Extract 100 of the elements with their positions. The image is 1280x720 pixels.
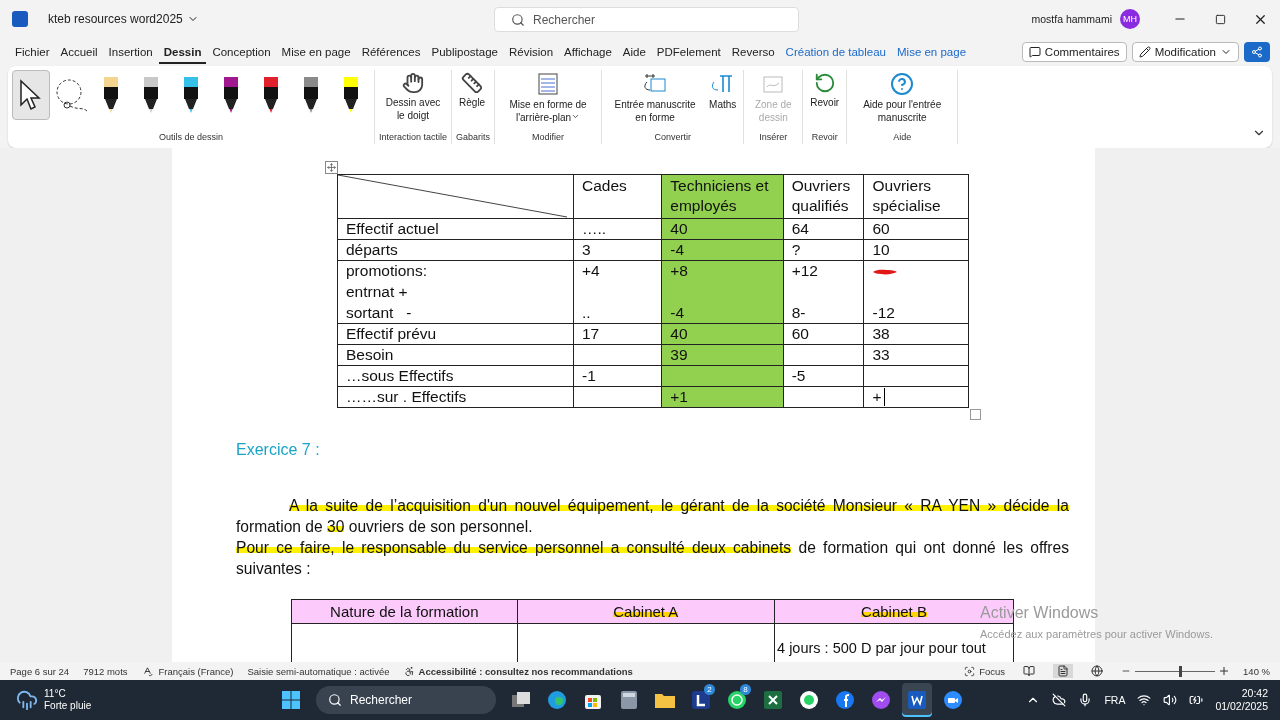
table-cell: +12 8- xyxy=(783,260,864,324)
share-button[interactable] xyxy=(1244,42,1270,62)
microphone-icon[interactable] xyxy=(1078,693,1093,707)
zoom-thumb[interactable] xyxy=(1179,665,1183,677)
exercise-heading: Exercice 7 : xyxy=(236,440,321,460)
calculator-icon xyxy=(620,690,638,710)
ribbon-button[interactable]: Dessin avec le doigt xyxy=(379,70,447,124)
autocomplete-status[interactable]: Saisie semi-automatique : activée xyxy=(247,665,390,677)
lasso-icon xyxy=(53,77,89,113)
table-resize-handle[interactable] xyxy=(970,409,981,420)
menu-tab[interactable]: Affichage xyxy=(559,40,617,64)
input-language[interactable]: FRA xyxy=(1104,694,1126,706)
app-icon xyxy=(691,690,711,710)
zoom-in-icon[interactable] xyxy=(1219,666,1230,676)
browser-icon xyxy=(547,690,567,710)
pen-icon xyxy=(342,77,360,113)
group-label: Outils de dessin xyxy=(157,131,224,144)
notification-badge: 8 xyxy=(740,684,751,695)
task-view-icon xyxy=(511,691,531,709)
comment-icon xyxy=(1028,46,1041,58)
search-icon xyxy=(328,693,342,707)
select-tool[interactable] xyxy=(12,70,50,120)
ribbon-button[interactable]: Aide pour l'entrée manuscrite xyxy=(851,70,954,126)
focus-button[interactable]: Focus xyxy=(979,665,1006,677)
video-app-icon xyxy=(943,690,963,710)
table-cell: -12 xyxy=(864,260,969,324)
clock-date[interactable]: 01/02/2025 xyxy=(1215,700,1268,713)
print-layout-button[interactable] xyxy=(1053,664,1074,678)
ribbon-button[interactable]: Entrée manuscrite en forme xyxy=(606,70,705,126)
accessibility-status[interactable]: Accessibilité : consultez nos recommandations xyxy=(418,665,633,677)
ribbon-button[interactable]: Maths xyxy=(706,70,740,114)
menu-tab[interactable]: Publipostage xyxy=(426,40,503,64)
volume-icon[interactable] xyxy=(1163,693,1178,707)
menu-tab[interactable]: Dessin xyxy=(158,40,207,64)
menu-tab[interactable]: Création de tableau xyxy=(780,40,891,64)
app-logo-icon xyxy=(12,11,28,27)
menu-tab[interactable]: Mise en page xyxy=(276,40,356,64)
messenger-icon xyxy=(871,690,891,710)
ribbon-button[interactable]: Mise en forme de l'arrière-plan xyxy=(499,70,598,126)
pen-icon xyxy=(182,77,200,113)
menu-tab[interactable]: Accueil xyxy=(55,40,103,64)
group-label: Insérer xyxy=(758,131,789,144)
taskbar-app[interactable]: 2 xyxy=(686,683,716,717)
zoom-level[interactable]: 140 % xyxy=(1243,665,1270,677)
editing-mode-button[interactable]: Modification xyxy=(1131,42,1239,62)
menu-tab[interactable]: Aide xyxy=(617,40,651,64)
menu-tab[interactable]: Fichier xyxy=(10,40,55,64)
table-cell: 4 jours : 500 D par jour pour tout xyxy=(777,640,986,656)
taskbar-search-field[interactable]: Rechercher xyxy=(316,686,496,714)
folder-icon xyxy=(654,691,676,709)
wifi-icon[interactable] xyxy=(1137,693,1152,707)
table-move-handle[interactable] xyxy=(325,161,338,174)
menu-tab[interactable]: PDFelement xyxy=(651,40,726,64)
proofing-icon[interactable] xyxy=(141,665,153,677)
pen-icon xyxy=(302,77,320,113)
weather-icon[interactable] xyxy=(16,689,38,711)
table-cell: promotions: entrnat + sortant - xyxy=(337,260,574,324)
column-header: Ouvriers spécialise xyxy=(864,174,969,219)
menu-tab[interactable]: Révision xyxy=(503,40,559,64)
language[interactable]: Français (France) xyxy=(158,665,234,677)
group-label: Revoir xyxy=(810,131,839,144)
pen-icon xyxy=(142,77,160,113)
ribbon-button[interactable]: Règle xyxy=(456,70,489,112)
replay-icon xyxy=(813,72,836,94)
word-count[interactable]: 7912 mots xyxy=(83,665,128,677)
document-title[interactable]: kteb resources word2025 xyxy=(48,12,199,26)
social-icon xyxy=(835,690,855,710)
search-icon xyxy=(511,12,525,27)
ruler-icon xyxy=(461,72,484,94)
taskbar-app[interactable] xyxy=(902,683,932,717)
user-name: mostfa hammami xyxy=(1031,13,1112,25)
help-icon xyxy=(890,72,915,96)
temperature: 11°C xyxy=(44,688,67,700)
menu-tab[interactable]: Insertion xyxy=(103,40,158,64)
ribbon-button[interactable]: Revoir xyxy=(807,70,843,112)
table-cell: Effectif prévu xyxy=(337,323,574,345)
column-header: Cades xyxy=(573,174,662,219)
notification-badge: 2 xyxy=(704,684,715,695)
menu-tab[interactable]: Conception xyxy=(207,40,276,64)
group-label: Convertir xyxy=(653,131,692,144)
menu-tab[interactable]: Mise en page xyxy=(892,40,972,64)
cloud-off-icon[interactable] xyxy=(1052,693,1067,707)
page-count[interactable]: Page 6 sur 24 xyxy=(10,665,70,677)
search-field[interactable]: Rechercher xyxy=(494,7,799,32)
focus-icon xyxy=(964,665,976,677)
table-cell: Besoin xyxy=(337,344,574,366)
comments-button[interactable]: Commentaires xyxy=(1021,42,1127,62)
lined-page-icon xyxy=(536,72,561,96)
pointer-icon xyxy=(19,79,43,111)
table-cell: ……sur . Effectifs xyxy=(337,386,574,408)
clock-time[interactable]: 20:42 xyxy=(1241,687,1268,700)
menu-tab[interactable]: Reverso xyxy=(726,40,780,64)
table-cell: départs xyxy=(337,239,574,261)
pen-icon xyxy=(222,77,240,113)
weather-condition: Forte pluie xyxy=(44,700,92,712)
user-avatar[interactable]: MH xyxy=(1120,9,1140,29)
menu-tab[interactable]: Références xyxy=(356,40,426,64)
battery-icon[interactable] xyxy=(1189,693,1204,707)
taskbar-app[interactable]: 8 xyxy=(722,683,752,717)
table-cell: …sous Effectifs xyxy=(337,365,574,387)
